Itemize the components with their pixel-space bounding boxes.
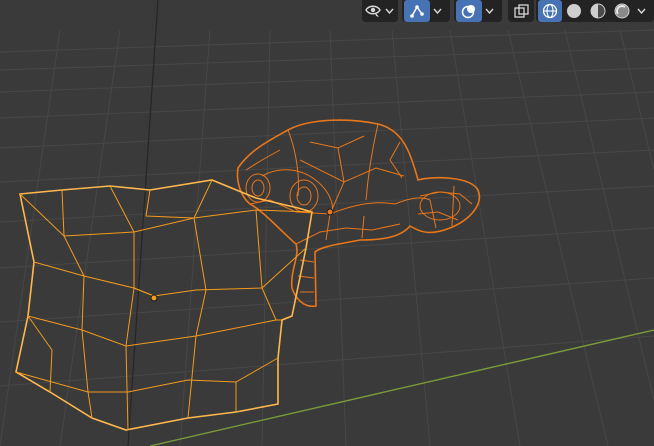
shading-dropdown-chevron[interactable] [634,0,648,22]
chevron-down-icon [636,8,646,14]
3d-viewport[interactable] [0,0,654,446]
overlays-icon [461,5,475,19]
gizmo-toggle-button[interactable] [404,0,430,22]
rendered-shading-button[interactable] [610,0,634,22]
eye-arrow-icon [365,5,382,17]
cube-origin-dot [150,294,158,302]
solid-shading-icon [567,4,581,18]
material-preview-button[interactable] [586,0,610,22]
wireframe-shading-icon [542,3,558,19]
visibility-menu-button[interactable] [364,0,383,22]
chevron-down-icon [432,8,442,14]
suzanne-origin-dot [326,208,334,216]
viewport-header-xray [508,0,534,22]
gizmo-dropdown-chevron[interactable] [430,0,444,22]
wireframe-shading-button[interactable] [538,0,562,22]
visibility-dropdown-chevron[interactable] [383,0,396,22]
overlay-dropdown-chevron[interactable] [482,0,496,22]
overlay-toggle-button[interactable] [456,0,482,22]
gizmo-icon [410,5,424,18]
material-preview-icon [590,3,606,19]
viewport-header-gizmos [402,0,450,22]
rendered-shading-icon [614,3,630,19]
viewport-header-overlays [454,0,502,22]
viewport-header-visibility [362,0,398,22]
viewport-header-shading [536,0,654,22]
solid-shading-button[interactable] [562,0,586,22]
chevron-down-icon [385,8,394,14]
xray-toggle-button[interactable] [510,0,532,22]
xray-icon [513,3,529,18]
chevron-down-icon [484,8,494,14]
